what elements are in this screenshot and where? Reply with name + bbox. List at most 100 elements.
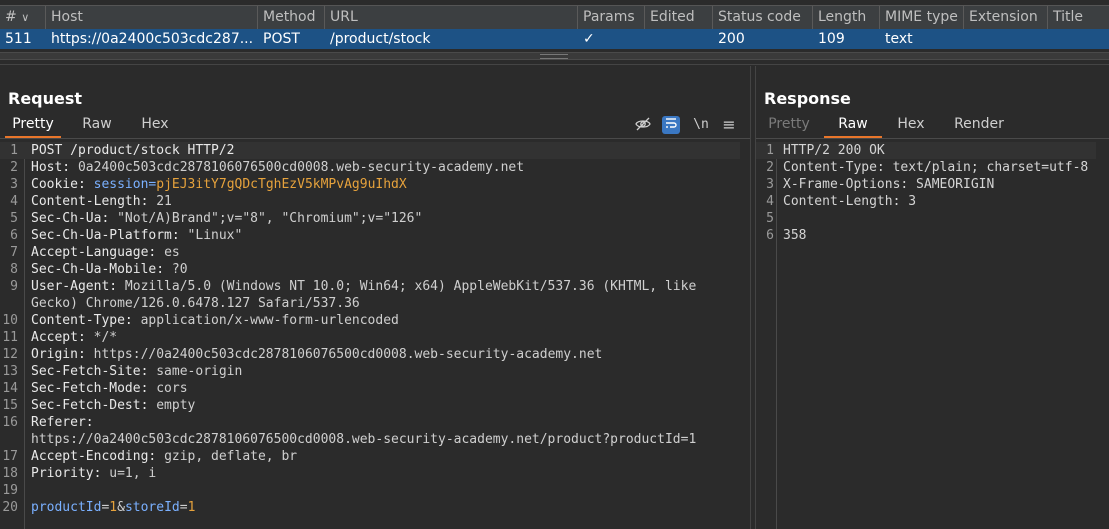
line-number: 3 xyxy=(10,177,18,192)
line-content: Accept-Encoding: gzip, deflate, br xyxy=(31,448,297,465)
body-token: productId xyxy=(31,500,102,515)
code-line: https://0a2400c503cdc2878106076500cd0008… xyxy=(0,431,740,448)
header-name: Accept-Encoding: xyxy=(31,449,165,464)
header-value: 0a2400c503cdc2878106076500cd0008.web-sec… xyxy=(77,160,525,175)
tab-underline xyxy=(0,138,750,139)
code-line: 4 Content-Length: 3 xyxy=(756,193,1096,210)
code-line: 6 Sec-Ch-Ua-Platform: "Linux" xyxy=(0,227,740,244)
cell-edited xyxy=(645,29,713,49)
header-value: Gecko) Chrome/126.0.6478.127 Safari/537.… xyxy=(31,296,360,311)
code-line: 17 Accept-Encoding: gzip, deflate, br xyxy=(0,448,740,465)
code-line: 3 X-Frame-Options: SAMEORIGIN xyxy=(756,176,1096,193)
line-number: 20 xyxy=(2,500,18,515)
column-header-params[interactable]: Params xyxy=(578,6,645,29)
response-pane: Response Pretty Raw Hex Render 1 HTTP/2 2… xyxy=(756,66,1109,529)
header-value: "Linux" xyxy=(187,228,243,243)
tab-render[interactable]: Render xyxy=(946,114,1012,138)
header-name: Host: xyxy=(31,160,78,175)
body-token: 1 xyxy=(109,500,118,515)
cell-extension xyxy=(964,29,1048,49)
newline-toggle-icon[interactable]: \n xyxy=(692,116,710,134)
header-value: u=1, i xyxy=(109,466,157,481)
line-number: 19 xyxy=(2,483,18,498)
header-name: Sec-Ch-Ua-Platform: xyxy=(31,228,188,243)
cookie-value: pjEJ3itY7gQDcTghEzV5kMPvAg9uIhdX xyxy=(156,177,407,192)
line-number: 6 xyxy=(766,228,774,243)
line-content: Content-Type: text/plain; charset=utf-8 xyxy=(783,160,1089,175)
line-number: 8 xyxy=(10,262,18,277)
code-line: 13 Sec-Fetch-Site: same-origin xyxy=(0,363,740,380)
tab-hex[interactable]: Hex xyxy=(130,114,180,138)
code-line: 19 xyxy=(0,482,740,499)
response-editor[interactable]: 1 HTTP/2 200 OK 2 Content-Type: text/plain;… xyxy=(756,142,1109,529)
header-name: Cookie: xyxy=(31,177,94,192)
request-editor[interactable]: 1 POST /product/stock HTTP/2 2 Host: 0a2400… xyxy=(0,142,750,529)
header-value: gzip, deflate, br xyxy=(164,449,298,464)
header-value: session= xyxy=(93,177,157,192)
code-line: 6 358 xyxy=(756,227,1096,244)
line-number: 15 xyxy=(2,398,18,413)
line-number: 13 xyxy=(2,364,18,379)
table-header: # ∨ Host Method URL Params Edited Status… xyxy=(0,5,1109,30)
line-number: 18 xyxy=(2,466,18,481)
column-header-title[interactable]: Title xyxy=(1048,6,1109,29)
column-header-status-code[interactable]: Status code xyxy=(713,6,813,29)
table-row-selected[interactable]: 511 https://0a2400c503cdc287... POST /pr… xyxy=(0,29,1109,49)
split-pane-drag-handle[interactable] xyxy=(0,52,1109,60)
code-line: Gecko) Chrome/126.0.6478.127 Safari/537.… xyxy=(0,295,740,312)
column-header-length[interactable]: Length xyxy=(813,6,880,29)
line-content: Sec-Fetch-Site: same-origin xyxy=(31,363,242,380)
tab-pretty[interactable]: Pretty xyxy=(5,114,61,138)
code-line: 20 productId=1&storeId=1 xyxy=(0,499,740,516)
header-name: Priority: xyxy=(31,466,110,481)
header-name: User-Agent: xyxy=(31,279,125,294)
line-number: 9 xyxy=(10,279,18,294)
line-content: X-Frame-Options: SAMEORIGIN xyxy=(783,177,995,192)
line-number: 1 xyxy=(766,143,774,158)
request-pane: Request Pretty Raw Hex \n ≡ 1 POST /produ… xyxy=(0,66,750,529)
tab-hex[interactable]: Hex xyxy=(890,114,932,138)
code-line: 15 Sec-Fetch-Dest: empty xyxy=(0,397,740,414)
column-header-host[interactable]: Host xyxy=(46,6,258,29)
column-header-number[interactable]: # ∨ xyxy=(0,6,46,29)
tab-underline xyxy=(756,138,1109,139)
sort-descending-icon: ∨ xyxy=(21,11,30,24)
code-line: 12 Origin: https://0a2400c503cdc287810607… xyxy=(0,346,740,363)
wrap-lines-icon[interactable] xyxy=(662,116,680,134)
line-number: 3 xyxy=(766,177,774,192)
header-name: Accept: xyxy=(31,330,94,345)
column-header-mime-type[interactable]: MIME type xyxy=(880,6,964,29)
code-line: 10 Content-Type: application/x-www-form-u… xyxy=(0,312,740,329)
header-value: Mozilla/5.0 (Windows NT 10.0; Win64; x64… xyxy=(124,279,697,294)
code-line: 1 POST /product/stock HTTP/2 xyxy=(0,142,740,159)
line-content: Priority: u=1, i xyxy=(31,465,156,482)
hide-nonprinting-eye-off-icon[interactable] xyxy=(634,116,652,134)
tab-pretty[interactable]: Pretty xyxy=(760,114,818,138)
code-line: 1 HTTP/2 200 OK xyxy=(756,142,1096,159)
line-content: Host: 0a2400c503cdc2878106076500cd0008.w… xyxy=(31,159,524,176)
header-value: https://0a2400c503cdc2878106076500cd0008… xyxy=(31,432,697,447)
line-content: Gecko) Chrome/126.0.6478.127 Safari/537.… xyxy=(31,295,360,312)
header-name: Origin: xyxy=(31,347,94,362)
request-title: Request xyxy=(8,89,83,108)
column-header-extension[interactable]: Extension xyxy=(964,6,1048,29)
line-content: Sec-Fetch-Mode: cors xyxy=(31,380,188,397)
tab-raw[interactable]: Raw xyxy=(824,114,882,138)
line-number: 16 xyxy=(2,415,18,430)
line-content: https://0a2400c503cdc2878106076500cd0008… xyxy=(31,431,696,448)
line-content: Sec-Ch-Ua-Mobile: ?0 xyxy=(31,261,188,278)
column-header-url[interactable]: URL xyxy=(325,6,578,29)
header-value: */* xyxy=(93,330,118,345)
code-line: 2 Content-Type: text/plain; charset=utf-8 xyxy=(756,159,1096,176)
tab-raw[interactable]: Raw xyxy=(71,114,123,138)
column-header-edited[interactable]: Edited xyxy=(645,6,713,29)
line-content: Referer: xyxy=(31,414,101,431)
body-token: storeId xyxy=(124,500,180,515)
header-name: Accept-Language: xyxy=(31,245,165,260)
header-value: es xyxy=(164,245,180,260)
menu-icon[interactable]: ≡ xyxy=(720,116,738,134)
header-name: Sec-Fetch-Site: xyxy=(31,364,157,379)
header-name: Content-Length: xyxy=(31,194,157,209)
column-header-method[interactable]: Method xyxy=(258,6,325,29)
line-number: 4 xyxy=(10,194,18,209)
